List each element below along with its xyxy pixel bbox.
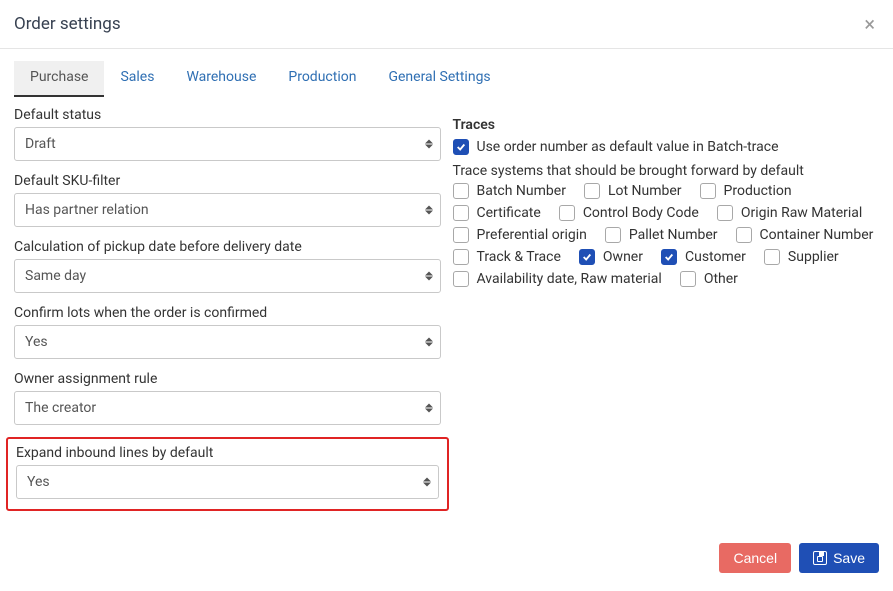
save-label: Save [833, 550, 865, 566]
checkbox-icon [453, 205, 469, 221]
checkbox-label: Control Body Code [583, 205, 699, 221]
checkbox-label: Availability date, Raw material [477, 271, 662, 287]
field-label: Owner assignment rule [14, 371, 441, 387]
field-label: Expand inbound lines by default [16, 445, 439, 461]
tab-production[interactable]: Production [272, 61, 372, 97]
checkbox-label: Batch Number [477, 183, 566, 199]
select-value: Draft [14, 127, 441, 161]
field-expand-inbound-lines-by-default: Expand inbound lines by default Yes [16, 445, 439, 499]
order-settings-modal: Order settings × PurchaseSalesWarehouseP… [0, 0, 893, 591]
checkbox-icon [605, 227, 621, 243]
checkbox-use-order-number-as-default-value-in-batch-trace[interactable]: Use order number as default value in Bat… [453, 139, 880, 155]
modal-title: Order settings [14, 14, 121, 34]
tab-sales[interactable]: Sales [104, 61, 170, 97]
select-value: Yes [14, 325, 441, 359]
select-value: Yes [16, 465, 439, 499]
tabs-bar: PurchaseSalesWarehouseProductionGeneral … [0, 49, 893, 97]
checkbox-icon [680, 271, 696, 287]
left-column: Default status Draft Default SKU-filter Has… [14, 107, 441, 511]
field-label: Calculation of pickup date before delive… [14, 239, 441, 255]
checkbox-customer[interactable]: Customer [661, 249, 746, 265]
modal-header: Order settings × [0, 0, 893, 49]
select-default-sku-filter[interactable]: Has partner relation [14, 193, 441, 227]
traces-heading: Traces [453, 117, 880, 133]
save-icon [813, 551, 827, 565]
select-calculation-of-pickup-date-before-delivery-date[interactable]: Same day [14, 259, 441, 293]
select-expand-inbound-lines-by-default[interactable]: Yes [16, 465, 439, 499]
traces-sub-heading: Trace systems that should be brought for… [453, 163, 880, 179]
checkbox-icon [764, 249, 780, 265]
checkbox-label: Lot Number [608, 183, 682, 199]
checkbox-pallet-number[interactable]: Pallet Number [605, 227, 718, 243]
checkbox-other[interactable]: Other [680, 271, 738, 287]
checkbox-icon [736, 227, 752, 243]
modal-footer: Cancel Save [0, 531, 893, 591]
right-column: Traces Use order number as default value… [453, 107, 880, 511]
select-value: Same day [14, 259, 441, 293]
checkbox-supplier[interactable]: Supplier [764, 249, 839, 265]
checkbox-icon [559, 205, 575, 221]
checkbox-icon [661, 249, 677, 265]
checkbox-label: Supplier [788, 249, 839, 265]
checkbox-origin-raw-material[interactable]: Origin Raw Material [717, 205, 863, 221]
checkbox-container-number[interactable]: Container Number [736, 227, 874, 243]
highlight-expand-inbound: Expand inbound lines by default Yes [6, 437, 449, 511]
select-value: The creator [14, 391, 441, 425]
checkbox-label: Track & Trace [477, 249, 561, 265]
checkbox-icon [453, 183, 469, 199]
tab-warehouse[interactable]: Warehouse [170, 61, 272, 97]
checkbox-icon [453, 139, 469, 155]
checkbox-certificate[interactable]: Certificate [453, 205, 541, 221]
field-owner-assignment-rule: Owner assignment rule The creator [14, 371, 441, 425]
checkbox-control-body-code[interactable]: Control Body Code [559, 205, 699, 221]
checkbox-track-trace[interactable]: Track & Trace [453, 249, 561, 265]
checkbox-label: Certificate [477, 205, 541, 221]
tab-purchase[interactable]: Purchase [14, 61, 104, 97]
trace-systems: Batch Number Lot Number Production Certific… [453, 183, 880, 287]
modal-body: Default status Draft Default SKU-filter Has… [0, 97, 893, 531]
checkbox-icon [453, 227, 469, 243]
select-confirm-lots-when-the-order-is-confirmed[interactable]: Yes [14, 325, 441, 359]
select-value: Has partner relation [14, 193, 441, 227]
cancel-button[interactable]: Cancel [719, 543, 791, 573]
field-calculation-of-pickup-date-before-delivery-date: Calculation of pickup date before delive… [14, 239, 441, 293]
field-default-sku-filter: Default SKU-filter Has partner relation [14, 173, 441, 227]
checkbox-icon [700, 183, 716, 199]
field-label: Default SKU-filter [14, 173, 441, 189]
checkbox-label: Customer [685, 249, 746, 265]
select-owner-assignment-rule[interactable]: The creator [14, 391, 441, 425]
checkbox-label: Container Number [760, 227, 874, 243]
checkbox-icon [717, 205, 733, 221]
checkbox-label: Origin Raw Material [741, 205, 863, 221]
checkbox-icon [453, 271, 469, 287]
checkbox-production[interactable]: Production [700, 183, 792, 199]
tab-general-settings[interactable]: General Settings [372, 61, 506, 97]
save-button[interactable]: Save [799, 543, 879, 573]
close-icon[interactable]: × [858, 14, 881, 34]
checkbox-preferential-origin[interactable]: Preferential origin [453, 227, 587, 243]
checkbox-label: Other [704, 271, 738, 287]
checkbox-label: Use order number as default value in Bat… [477, 139, 779, 155]
checkbox-label: Owner [603, 249, 643, 265]
checkbox-lot-number[interactable]: Lot Number [584, 183, 682, 199]
field-label: Confirm lots when the order is confirmed [14, 305, 441, 321]
checkbox-icon [579, 249, 595, 265]
field-label: Default status [14, 107, 441, 123]
checkbox-availability-date-raw-material[interactable]: Availability date, Raw material [453, 271, 662, 287]
checkbox-icon [584, 183, 600, 199]
select-default-status[interactable]: Draft [14, 127, 441, 161]
checkbox-label: Preferential origin [477, 227, 587, 243]
checkbox-icon [453, 249, 469, 265]
field-default-status: Default status Draft [14, 107, 441, 161]
checkbox-batch-number[interactable]: Batch Number [453, 183, 566, 199]
checkbox-label: Pallet Number [629, 227, 718, 243]
checkbox-label: Production [724, 183, 792, 199]
checkbox-owner[interactable]: Owner [579, 249, 643, 265]
field-confirm-lots-when-the-order-is-confirmed: Confirm lots when the order is confirmed… [14, 305, 441, 359]
cancel-label: Cancel [733, 550, 777, 566]
